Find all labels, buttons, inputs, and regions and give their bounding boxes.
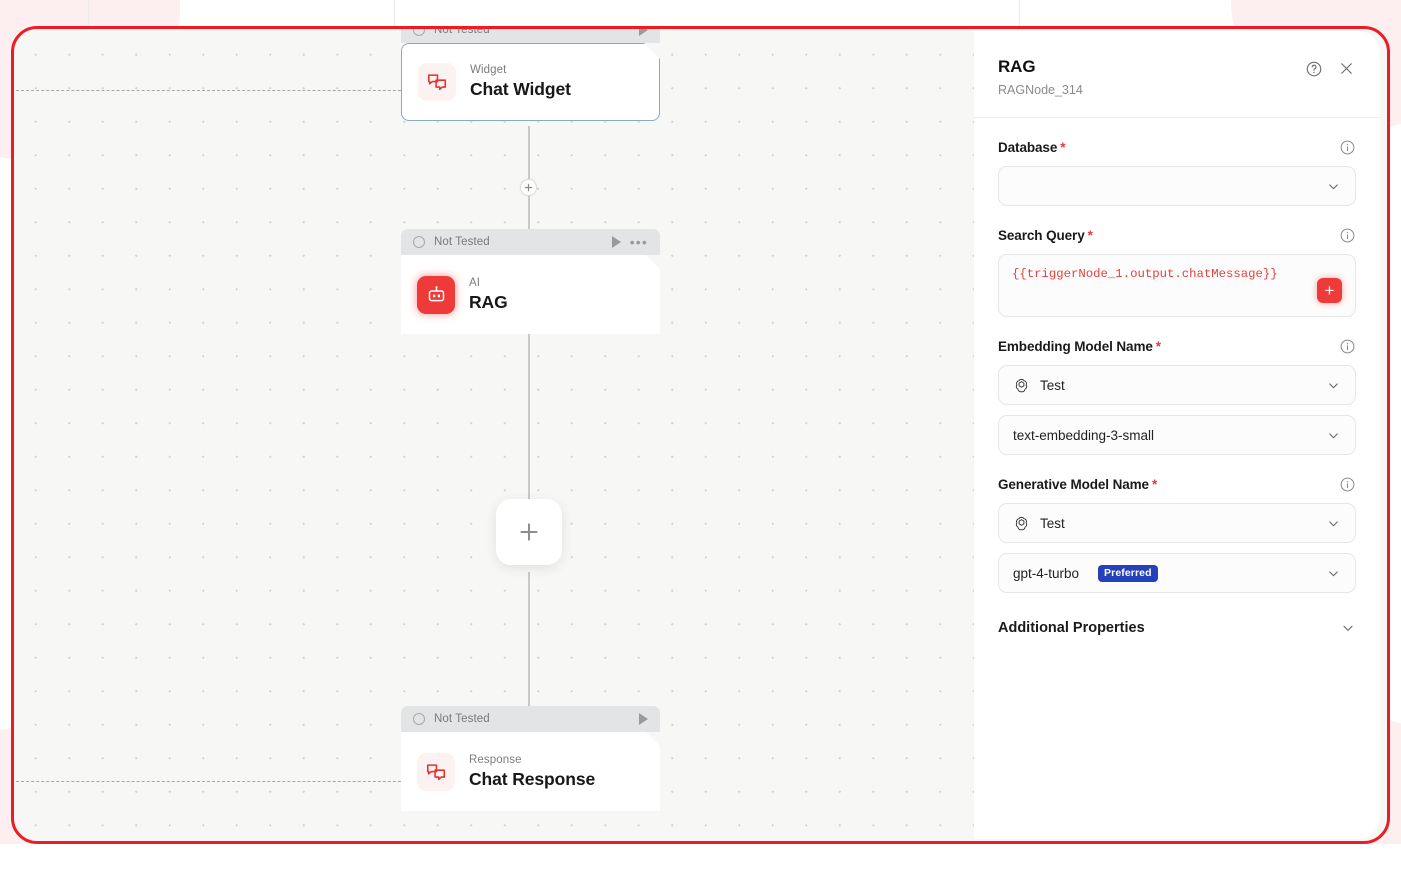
node-status-label: Not Tested — [434, 713, 490, 725]
node-title: Chat Widget — [470, 79, 571, 99]
run-node-icon[interactable] — [611, 236, 621, 248]
preferred-badge: Preferred — [1098, 564, 1158, 582]
generative-model-value: gpt-4-turbo — [1013, 565, 1080, 581]
node-category: Widget — [470, 64, 507, 76]
node-chat-response[interactable]: Not Tested Response Chat Response — [401, 706, 660, 811]
chat-bubbles-icon — [418, 63, 456, 101]
field-label-text: Embedding Model Name — [998, 339, 1153, 354]
database-select[interactable] — [998, 166, 1356, 206]
generative-model-select[interactable]: gpt-4-turbo Preferred — [998, 553, 1356, 593]
connector-widget-to-rag — [528, 126, 530, 230]
node-status-label: Not Tested — [434, 26, 490, 36]
field-label: Embedding Model Name * — [998, 339, 1339, 354]
run-node-icon[interactable] — [639, 26, 648, 36]
node-status-header: Not Tested ••• — [401, 229, 660, 255]
field-label: Database * — [998, 140, 1339, 155]
info-icon[interactable] — [1339, 227, 1356, 244]
run-node-icon[interactable] — [639, 713, 648, 725]
field-embedding-model: Embedding Model Name * Test text-embeddi… — [998, 338, 1356, 455]
field-search-query: Search Query * {{triggerNode_1.output.cha… — [998, 227, 1356, 317]
additional-properties-accordion[interactable]: Additional Properties — [998, 620, 1356, 636]
info-icon[interactable] — [1339, 338, 1356, 355]
panel-header: RAG RAGNode_314 — [998, 57, 1356, 97]
required-marker: * — [1151, 477, 1158, 492]
node-body[interactable]: Response Chat Response — [401, 732, 660, 811]
required-marker: * — [1060, 140, 1066, 155]
field-label: Search Query * — [998, 228, 1339, 243]
chevron-down-icon — [1340, 620, 1356, 636]
node-menu-icon[interactable]: ••• — [630, 235, 648, 249]
field-label-text: Search Query — [998, 228, 1085, 243]
close-icon[interactable] — [1337, 59, 1356, 78]
canvas-guide-line — [11, 781, 411, 782]
node-body[interactable]: Widget Chat Widget — [401, 43, 660, 121]
info-icon[interactable] — [1339, 476, 1356, 493]
app-root: Not Tested Widget Chat Widget Not Tested… — [0, 0, 1401, 875]
embedding-provider-select[interactable]: Test — [998, 365, 1356, 405]
node-chat-widget[interactable]: Not Tested Widget Chat Widget — [401, 26, 660, 121]
node-title: RAG — [469, 291, 508, 312]
search-query-editor[interactable]: {{triggerNode_1.output.chatMessage}} + — [998, 254, 1356, 317]
node-status-header: Not Tested — [401, 26, 660, 43]
robot-icon — [417, 276, 455, 314]
field-label-text: Generative Model Name — [998, 477, 1149, 492]
required-marker: * — [1087, 228, 1093, 243]
node-category: AI — [469, 276, 481, 289]
panel-title: RAG — [998, 57, 1036, 76]
chevron-down-icon — [1326, 428, 1341, 443]
embedding-model-value: text-embedding-3-small — [1013, 427, 1155, 443]
field-database: Database * — [998, 139, 1356, 206]
canvas-guide-line — [11, 90, 411, 91]
panel-node-id: RAGNode_314 — [998, 83, 1083, 97]
plus-icon — [520, 523, 538, 541]
add-expression-button[interactable]: + — [1317, 278, 1342, 303]
field-label: Generative Model Name * — [998, 477, 1339, 492]
node-category: Response — [469, 753, 522, 766]
connector-add-to-response — [528, 572, 530, 722]
chevron-down-icon — [1326, 378, 1341, 393]
add-node-button[interactable] — [496, 499, 562, 565]
node-rag[interactable]: Not Tested ••• AI RAG — [401, 229, 660, 334]
openai-icon — [1013, 377, 1030, 394]
generative-provider-select[interactable]: Test — [998, 503, 1356, 543]
embedding-model-select[interactable]: text-embedding-3-small — [998, 415, 1356, 455]
status-circle-icon — [413, 713, 425, 725]
node-title: Chat Response — [469, 768, 596, 789]
connector-rag-to-add — [528, 334, 530, 524]
status-circle-icon — [413, 26, 425, 36]
openai-icon — [1013, 515, 1030, 532]
page-bottom-strip — [0, 844, 1401, 875]
chat-bubbles-icon — [417, 753, 455, 791]
chevron-down-icon — [1326, 566, 1341, 581]
node-status-header: Not Tested — [401, 706, 660, 732]
embedding-provider-value: Test — [1040, 377, 1065, 393]
accordion-label: Additional Properties — [998, 620, 1145, 636]
question-mark-circle-icon[interactable] — [1305, 60, 1323, 78]
status-circle-icon — [413, 236, 425, 248]
required-marker: * — [1155, 339, 1161, 354]
panel-divider — [974, 117, 1380, 118]
node-body[interactable]: AI RAG — [401, 255, 660, 334]
info-icon[interactable] — [1339, 139, 1356, 156]
chevron-down-icon — [1326, 516, 1341, 531]
field-generative-model: Generative Model Name * Test gpt-4-turbo… — [998, 476, 1356, 593]
add-node-inline-button[interactable] — [520, 179, 537, 196]
chevron-down-icon — [1326, 179, 1341, 194]
generative-provider-value: Test — [1040, 515, 1065, 531]
node-properties-panel: RAG RAGNode_314 Database * Search Query … — [974, 31, 1380, 839]
node-status-label: Not Tested — [434, 236, 490, 248]
search-query-value[interactable]: {{triggerNode_1.output.chatMessage}} — [1012, 266, 1317, 284]
field-label-text: Database — [998, 140, 1058, 155]
